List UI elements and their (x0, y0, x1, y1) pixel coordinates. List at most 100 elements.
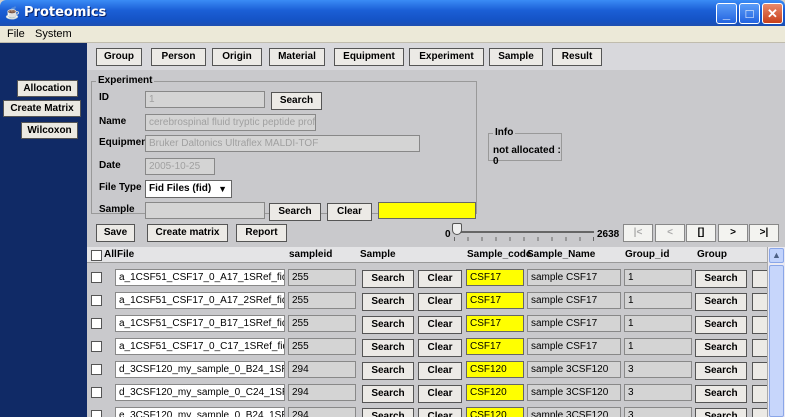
file-field[interactable]: a_1CSF51_CSF17_0_A17_2SRef_fid (115, 292, 285, 309)
row-search-button[interactable]: Search (362, 362, 414, 380)
slider-min-label: 0 (445, 229, 451, 240)
sample-highlight-field[interactable] (378, 202, 476, 219)
scroll-up-button[interactable]: ▲ (769, 248, 784, 263)
row-checkbox[interactable] (91, 341, 102, 352)
info-group: Info not allocated : 0 (488, 127, 562, 167)
header-group-id: Group_id (625, 249, 670, 260)
row-search-button[interactable]: Search (362, 293, 414, 311)
menu-file[interactable]: File (7, 28, 25, 40)
header-sample-name: Sample_Name (527, 249, 596, 260)
select-all-checkbox[interactable] (91, 250, 102, 261)
menu-system[interactable]: System (35, 28, 72, 40)
name-field[interactable]: cerebrospinal fluid tryptic peptide prof… (145, 114, 316, 131)
row-search-button[interactable]: Search (362, 270, 414, 288)
slider-thumb[interactable] (452, 223, 462, 235)
group-search-button[interactable]: Search (695, 385, 747, 403)
table-scrollbar[interactable]: ▲ (767, 247, 785, 417)
group-search-button[interactable]: Search (695, 316, 747, 334)
row-search-button[interactable]: Search (362, 316, 414, 334)
next-record-button[interactable]: > (718, 224, 748, 242)
row-clear-button[interactable]: Clear (418, 339, 462, 357)
report-button[interactable]: Report (236, 224, 287, 242)
group-search-button[interactable]: Search (695, 270, 747, 288)
row-clear-button[interactable]: Clear (418, 408, 462, 417)
minimize-icon: _ (722, 6, 731, 21)
row-checkbox[interactable] (91, 295, 102, 306)
minimize-button[interactable]: _ (716, 3, 737, 24)
scroll-thumb[interactable] (769, 265, 784, 417)
equipment-field[interactable]: Bruker Daltonics Ultraflex MALDI-TOF (145, 135, 420, 152)
sample-code-field: CSF120 (466, 361, 524, 378)
sample-code-field: CSF120 (466, 384, 524, 401)
entity-toolbar: Group Person Origin Material Equipment E… (87, 43, 785, 70)
group-search-button[interactable]: Search (695, 339, 747, 357)
sample-label: Sample (99, 204, 135, 215)
maximize-button[interactable]: □ (739, 3, 760, 24)
row-clear-button[interactable]: Clear (418, 270, 462, 288)
id-field[interactable]: 1 (145, 91, 265, 108)
close-button[interactable]: ✕ (762, 3, 783, 24)
row-search-button[interactable]: Search (362, 339, 414, 357)
close-icon: ✕ (767, 6, 778, 21)
slider-max-label: 2638 (597, 229, 620, 240)
row-search-button[interactable]: Search (362, 385, 414, 403)
sampleid-field: 255 (288, 338, 356, 355)
create-matrix-nav-button[interactable]: Create Matrix (3, 100, 81, 117)
toolbar-equipment-button[interactable]: Equipment (334, 48, 404, 66)
title-bar: ☕ Proteomics _ □ ✕ (0, 0, 785, 26)
sampleid-field: 255 (288, 292, 356, 309)
file-field[interactable]: d_3CSF120_my_sample_0_B24_1SRef_ (115, 361, 285, 378)
toolbar-result-button[interactable]: Result (552, 48, 602, 66)
experiment-legend: Experiment (96, 75, 155, 86)
file-field[interactable]: a_1CSF51_CSF17_0_B17_1SRef_fid (115, 315, 285, 332)
wilcoxon-button[interactable]: Wilcoxon (21, 122, 78, 139)
sample-search-button[interactable]: Search (269, 203, 321, 221)
group-search-button[interactable]: Search (695, 293, 747, 311)
sample-clear-button[interactable]: Clear (327, 203, 372, 221)
sampleid-field: 255 (288, 315, 356, 332)
row-clear-button[interactable]: Clear (418, 385, 462, 403)
row-clear-button[interactable]: Clear (418, 316, 462, 334)
first-record-button[interactable]: |< (623, 224, 653, 242)
id-search-button[interactable]: Search (271, 92, 322, 110)
allocation-button[interactable]: Allocation (17, 80, 78, 97)
header-sample: Sample (360, 249, 396, 260)
row-clear-button[interactable]: Clear (418, 293, 462, 311)
stop-button[interactable]: [] (686, 224, 716, 242)
row-checkbox[interactable] (91, 364, 102, 375)
date-field[interactable]: 2005-10-25 (145, 158, 215, 175)
row-clear-button[interactable]: Clear (418, 362, 462, 380)
group-search-button[interactable]: Search (695, 408, 747, 417)
create-matrix-button[interactable]: Create matrix (147, 224, 228, 242)
table-row: d_3CSF120_my_sample_0_C24_1SRef_ 294 Searc… (87, 381, 772, 404)
row-search-button[interactable]: Search (362, 408, 414, 417)
filetype-select[interactable]: Fid Files (fid) ▼ (145, 180, 232, 198)
sample-code-field: CSF120 (466, 407, 524, 417)
row-checkbox[interactable] (91, 272, 102, 283)
file-field[interactable]: e_3CSF120_my_sample_0_B24_1SRef_ (115, 407, 285, 417)
group-search-button[interactable]: Search (695, 362, 747, 380)
sample-field[interactable] (145, 202, 265, 219)
slider-track[interactable] (454, 231, 594, 233)
row-checkbox[interactable] (91, 410, 102, 417)
file-field[interactable]: a_1CSF51_CSF17_0_A17_1SRef_fid (115, 269, 285, 286)
toolbar-origin-button[interactable]: Origin (212, 48, 262, 66)
row-checkbox[interactable] (91, 318, 102, 329)
last-record-button[interactable]: >| (749, 224, 779, 242)
toolbar-material-button[interactable]: Material (269, 48, 325, 66)
toolbar-sample-button[interactable]: Sample (489, 48, 543, 66)
toolbar-experiment-button[interactable]: Experiment (409, 48, 484, 66)
file-field[interactable]: d_3CSF120_my_sample_0_C24_1SRef_ (115, 384, 285, 401)
prev-record-button[interactable]: < (655, 224, 685, 242)
toolbar-person-button[interactable]: Person (151, 48, 206, 66)
toolbar-group-button[interactable]: Group (96, 48, 142, 66)
row-checkbox[interactable] (91, 387, 102, 398)
files-table: All File sampleid Sample Sample_code Sam… (87, 247, 785, 417)
table-row: a_1CSF51_CSF17_0_C17_1SRef_fid 255 Search C… (87, 335, 772, 358)
window-title: Proteomics (24, 5, 107, 20)
save-button[interactable]: Save (96, 224, 135, 242)
info-legend: Info (493, 127, 516, 138)
group-id-field: 3 (624, 361, 692, 378)
menu-bar: File System (0, 26, 785, 43)
file-field[interactable]: a_1CSF51_CSF17_0_C17_1SRef_fid (115, 338, 285, 355)
